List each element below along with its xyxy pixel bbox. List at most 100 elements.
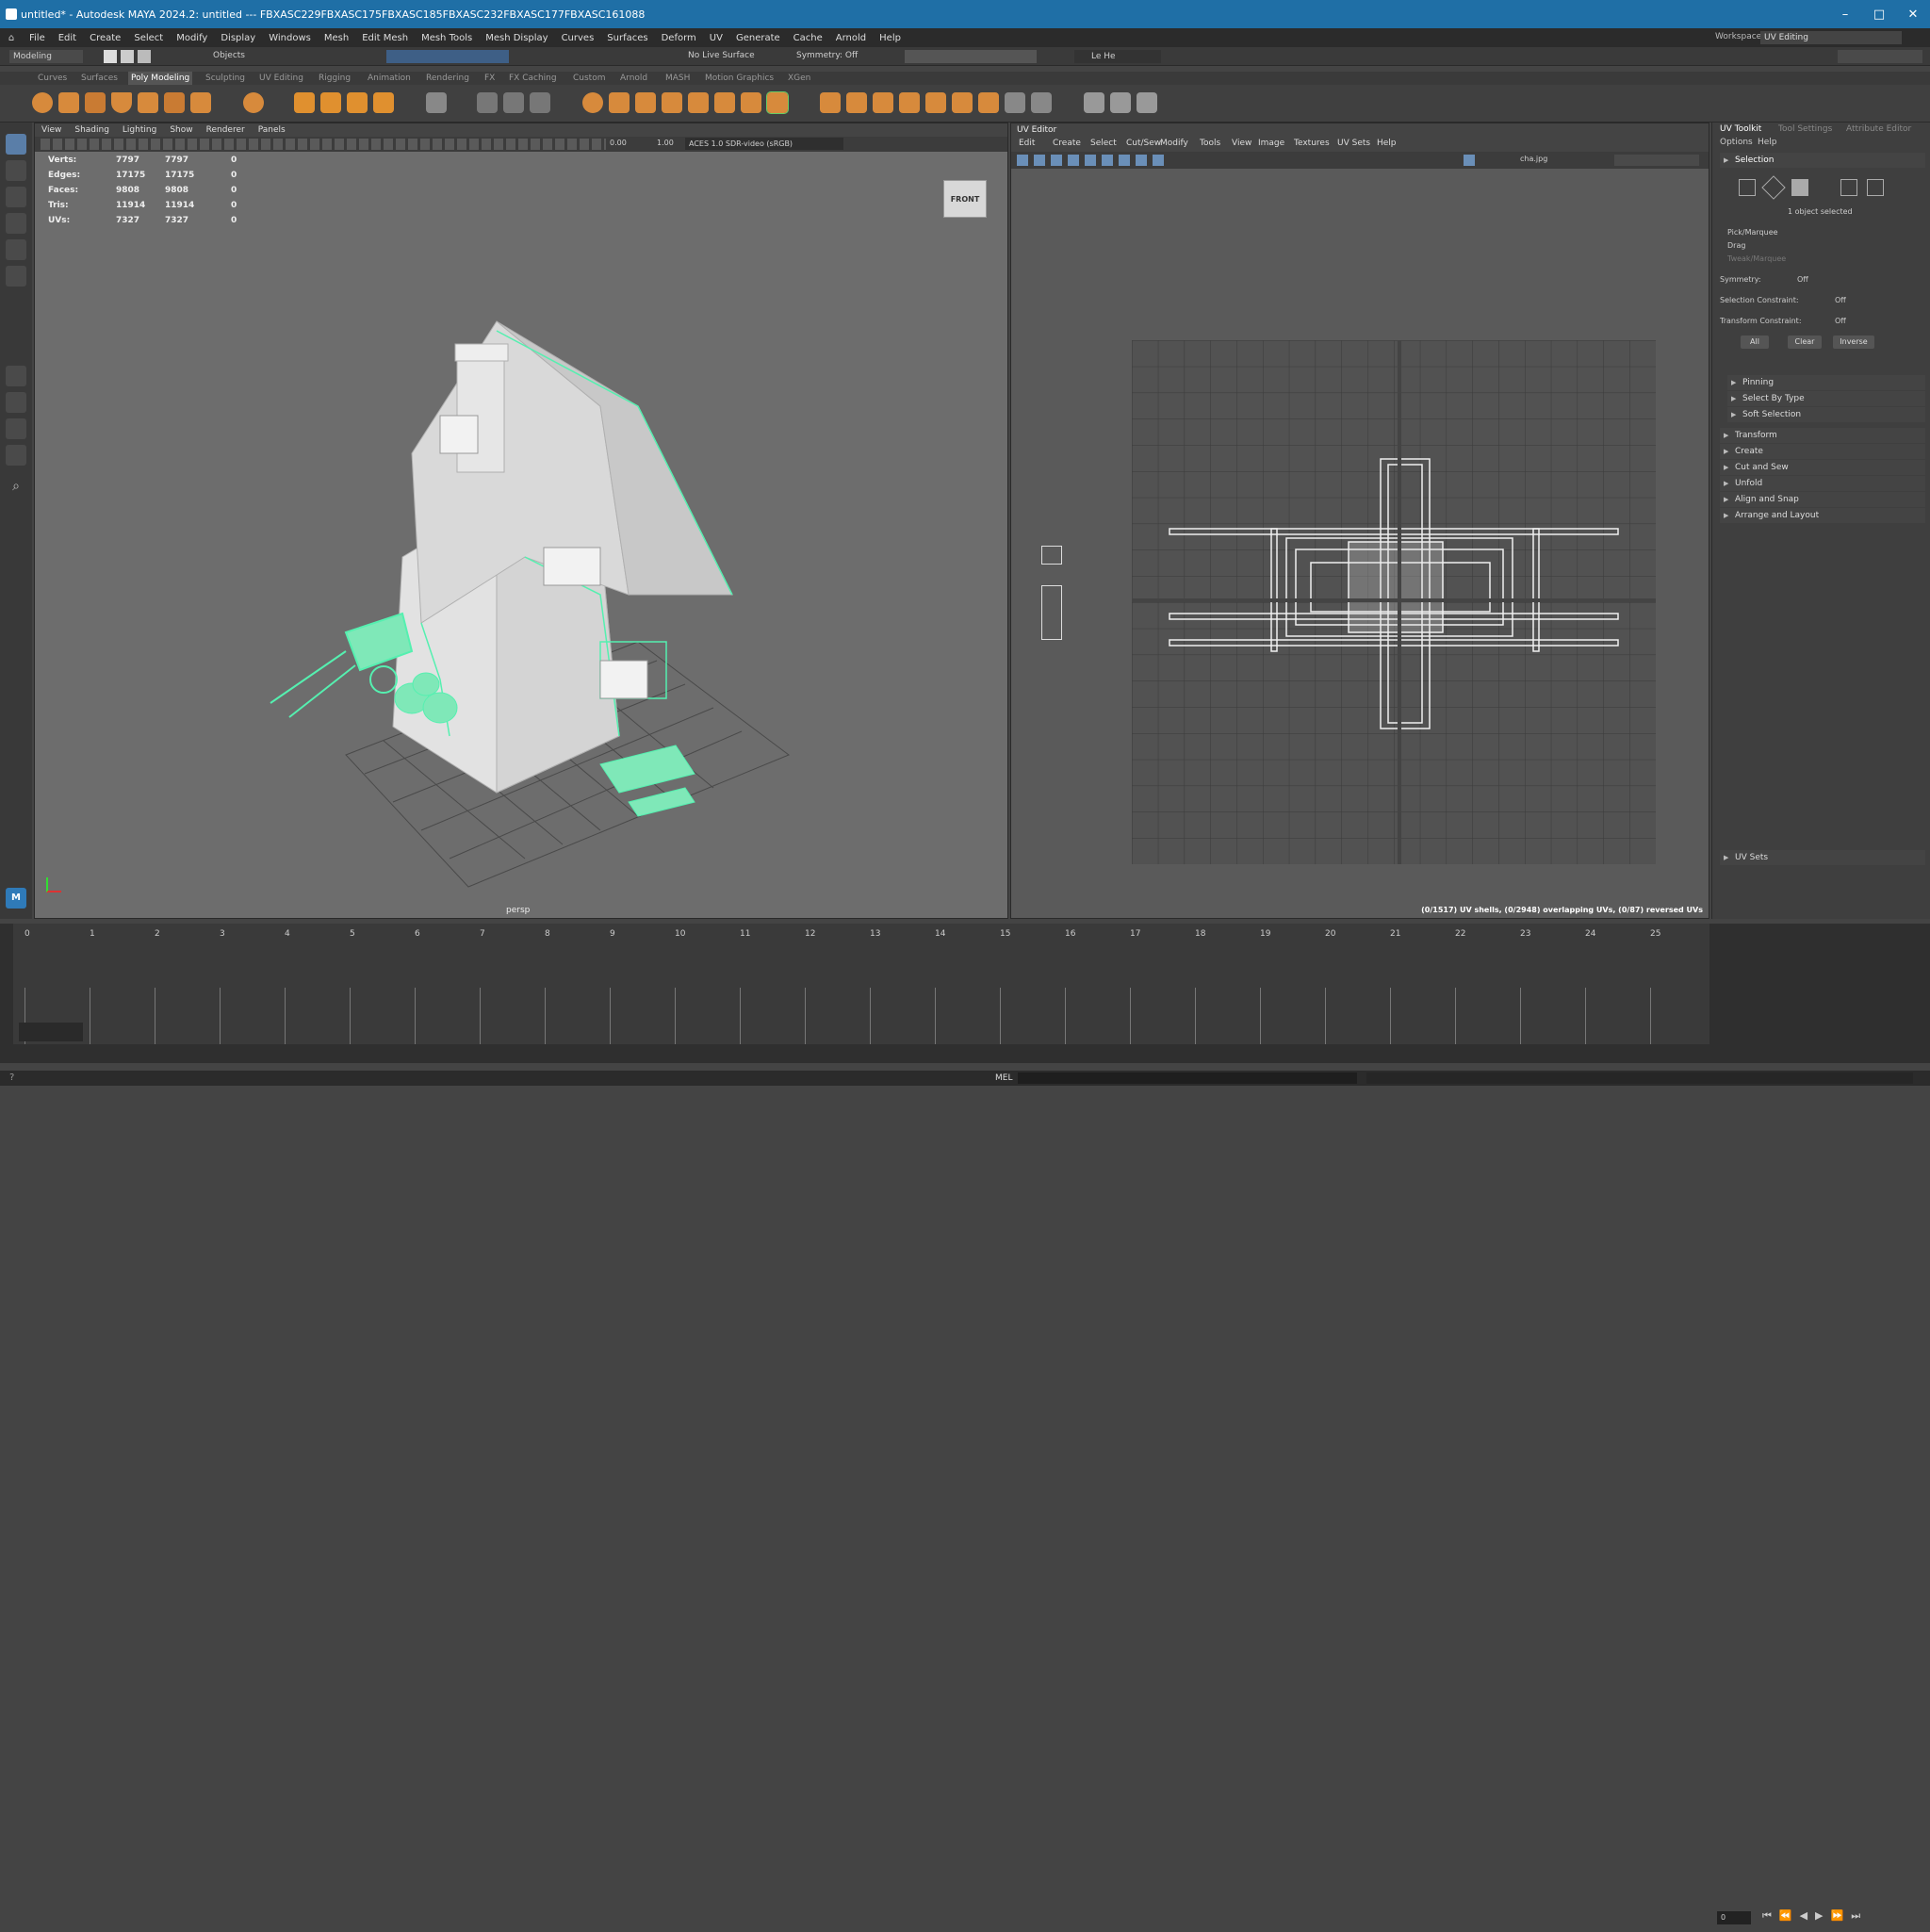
viewport-toolbar-icons[interactable] [41,139,606,150]
persp-outliner-icon[interactable] [6,418,26,439]
shelf-tab-curves[interactable]: Curves [38,72,67,85]
tab-tool-settings[interactable]: Tool Settings [1778,124,1832,134]
menu-help[interactable]: Help [873,33,908,43]
uv-slider[interactable] [1614,155,1699,166]
color-space-dropdown[interactable]: ACES 1.0 SDR-video (sRGB) [685,138,843,150]
bridge-icon[interactable] [609,92,630,113]
menu-deform[interactable]: Deform [655,33,703,43]
uv-menu-textures[interactable]: Textures [1294,139,1330,148]
menu-display[interactable]: Display [214,33,262,43]
shelf-tab-xgen[interactable]: XGen [788,72,810,85]
quad-draw-icon[interactable] [899,92,920,113]
render-icons[interactable] [905,50,1037,63]
separate-icon[interactable] [320,92,341,113]
uv-mode-icon[interactable] [1840,179,1857,196]
user-account-dropdown[interactable]: Le He [1074,50,1161,63]
minimize-button[interactable]: – [1828,0,1862,28]
vp-menu-view[interactable]: View [35,125,68,135]
edit-shelf-icon[interactable] [1137,92,1157,113]
uv-menu-select[interactable]: Select [1090,139,1117,148]
radio-pick-marquee[interactable]: Pick/Marquee [1727,228,1778,237]
section-transform[interactable]: Transform [1720,428,1925,443]
symmetry-dropdown[interactable]: Symmetry: Off [796,51,858,60]
target-weld-icon[interactable] [846,92,867,113]
shelf-tab-fx[interactable]: FX [484,72,495,85]
vp-menu-panels[interactable]: Panels [252,125,292,135]
type-icon[interactable] [347,92,368,113]
menu-create[interactable]: Create [83,33,127,43]
crease-icon[interactable] [1110,92,1131,113]
poly-cylinder-icon[interactable] [85,92,106,113]
poly-torus-icon[interactable] [138,92,158,113]
vp-menu-show[interactable]: Show [163,125,199,135]
menu-modify[interactable]: Modify [170,33,214,43]
slide-edge-icon[interactable] [925,92,946,113]
menu-file[interactable]: File [23,33,52,43]
mel-input[interactable] [1018,1072,1357,1084]
section-unfold[interactable]: Unfold [1720,476,1925,491]
shelf-tab-custom[interactable]: Custom [573,72,605,85]
sculpt-tool-icon[interactable] [1031,92,1052,113]
tab-uv-toolkit[interactable]: UV Toolkit [1720,124,1761,134]
inverse-button[interactable]: Inverse [1833,336,1874,349]
menu-mesh-display[interactable]: Mesh Display [479,33,554,43]
panel-toggle-icons[interactable] [1838,50,1922,63]
radio-drag[interactable]: Drag [1727,241,1745,250]
shelf-tab-surfaces[interactable]: Surfaces [81,72,118,85]
poly-sphere-icon[interactable] [32,92,53,113]
uv-menu-create[interactable]: Create [1053,139,1081,148]
move-tool-icon[interactable] [6,213,26,234]
menu-windows[interactable]: Windows [262,33,318,43]
paint-brush-icon[interactable] [1084,92,1104,113]
close-button[interactable]: ✕ [1896,0,1930,28]
connect-icon[interactable] [873,92,893,113]
append-polygon-icon[interactable] [688,92,709,113]
help-icon[interactable]: ? [9,1072,14,1083]
rotate-tool-icon[interactable] [6,239,26,260]
single-perspective-icon[interactable] [6,366,26,386]
vp-menu-lighting[interactable]: Lighting [116,125,163,135]
maximize-button[interactable]: □ [1862,0,1896,28]
uv-toolbar-icons[interactable] [1017,155,1168,166]
uv-shell-mode-icon[interactable] [1867,179,1884,196]
house-model[interactable] [35,152,1007,918]
menu-mesh[interactable]: Mesh [318,33,355,43]
timeline-ruler[interactable]: 0 1 2 3 4 5 6 7 8 9 10 11 12 13 14 15 16 17 18 19 20 21 22 23 24… [13,924,1709,1044]
uv-menu-uv-sets[interactable]: UV Sets [1337,139,1370,148]
menu-edit-mesh[interactable]: Edit Mesh [355,33,415,43]
paint-select-icon[interactable] [6,187,26,207]
poly-disc-icon[interactable] [190,92,211,113]
vp-menu-renderer[interactable]: Renderer [200,125,252,135]
shelf-tab-rigging[interactable]: Rigging [319,72,351,85]
uv-menu-edit[interactable]: Edit [1019,139,1035,148]
vp-menu-shading[interactable]: Shading [68,125,116,135]
poly-cone-icon[interactable] [111,92,132,113]
vertex-mode-icon[interactable] [1739,179,1756,196]
clear-button[interactable]: Clear [1788,336,1822,349]
objects-dropdown[interactable]: Objects [213,51,245,60]
menu-surfaces[interactable]: Surfaces [600,33,654,43]
home-icon[interactable]: ⌂ [0,33,23,43]
exposure-field[interactable]: 0.00 [610,139,627,147]
scale-tool-icon[interactable] [6,266,26,287]
shelf-tab-uv-editing[interactable]: UV Editing [259,72,303,85]
extrude-icon[interactable] [635,92,656,113]
shelf-tab-rendering[interactable]: Rendering [426,72,469,85]
workspace-dropdown[interactable]: UV Editing [1760,31,1902,44]
multi-cut-icon[interactable] [820,92,841,113]
uv-shelf-icon[interactable] [1041,546,1062,565]
uv-menu-cut-sew[interactable]: Cut/Sew [1126,139,1161,148]
edge-mode-icon[interactable] [1761,175,1786,200]
insert-edge-loop-icon[interactable] [952,92,973,113]
checker-icon[interactable] [1464,155,1475,166]
combine-icon[interactable] [294,92,315,113]
offset-edge-loop-icon[interactable] [978,92,999,113]
section-select-by-type[interactable]: Select By Type [1727,391,1925,406]
save-scene-icon[interactable] [138,50,151,63]
live-surface-field[interactable]: No Live Surface [688,51,755,60]
section-create[interactable]: Create [1720,444,1925,459]
menu-arnold[interactable]: Arnold [829,33,873,43]
maya-m-icon[interactable]: M [6,888,26,909]
uv-menu-help[interactable]: Help [1377,139,1397,148]
search-icon[interactable]: ⌕ [6,479,26,499]
